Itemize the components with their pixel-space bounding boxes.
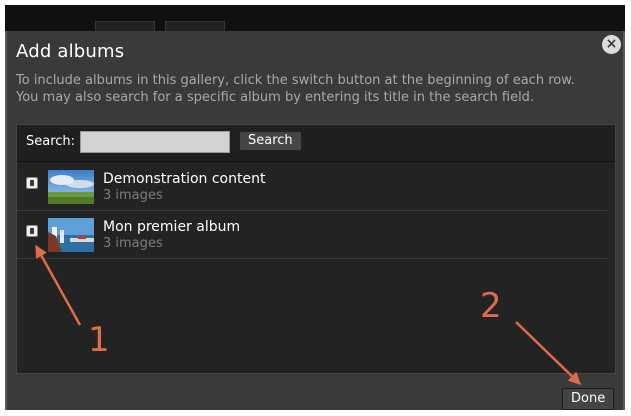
arrow-2 [515,321,581,385]
arrow-1 [34,244,82,326]
annotation-label-2: 2 [480,286,502,326]
annotation-label-1: 1 [88,320,110,360]
